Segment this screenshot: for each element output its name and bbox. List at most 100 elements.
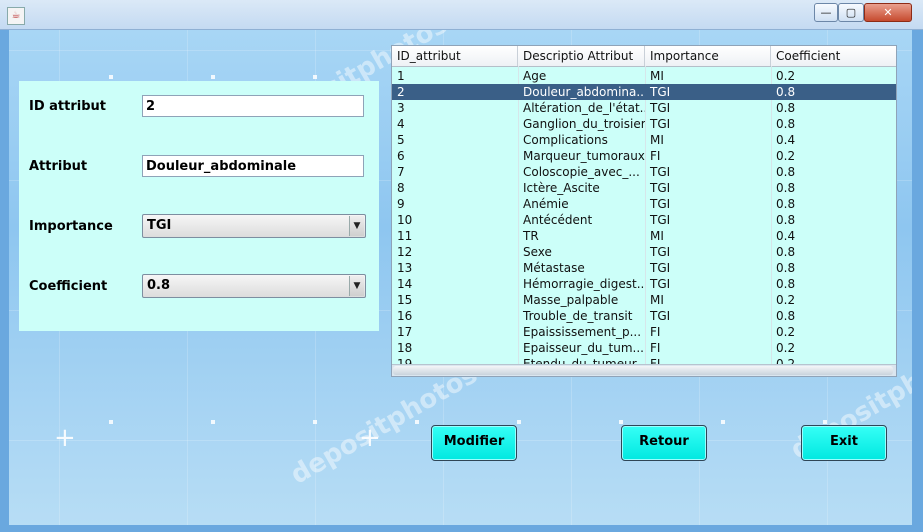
cell-coefficient: 0.8 (776, 277, 796, 291)
cell-description: Trouble_de_transit (523, 309, 633, 323)
table-row[interactable]: 16 Trouble_de_transit TGI 0.8 (392, 308, 896, 324)
cell-coefficient: 0.2 (776, 149, 796, 163)
cell-coefficient: 0.2 (776, 69, 796, 83)
cell-description: Antécédent (523, 213, 593, 227)
chevron-down-icon[interactable]: ▼ (349, 216, 364, 236)
cell-coefficient: 0.8 (776, 85, 796, 99)
grid-dot (313, 420, 317, 424)
cell-coefficient: 0.8 (776, 165, 796, 179)
cell-description: Anémie (523, 197, 569, 211)
cell-description: Altération_de_l'état... (523, 101, 645, 115)
importance-label: Importance (29, 219, 113, 234)
cell-description: Complications (523, 133, 608, 147)
table-row[interactable]: 5 Complications MI 0.4 (392, 132, 896, 148)
cell-id: 17 (397, 325, 413, 339)
cell-id: 8 (397, 181, 405, 195)
table-row[interactable]: 15 Masse_palpable MI 0.2 (392, 292, 896, 308)
close-button[interactable]: ✕ (864, 3, 912, 22)
table-row[interactable]: 14 Hémorragie_digest... TGI 0.8 (392, 276, 896, 292)
cell-importance: TGI (650, 85, 671, 99)
table-row[interactable]: 6 Marqueur_tumoraux FI 0.2 (392, 148, 896, 164)
grid-dot (109, 420, 113, 424)
cell-description: Age (523, 69, 547, 83)
table-row[interactable]: 11 TR MI 0.4 (392, 228, 896, 244)
coefficient-select[interactable]: 0.8 ▼ (142, 274, 366, 298)
column-header-coefficient[interactable]: Coefficient (771, 46, 896, 66)
grid-dot (211, 75, 215, 79)
column-header-id[interactable]: ID_attribut (392, 46, 518, 66)
cell-coefficient: 0.8 (776, 197, 796, 211)
table-row[interactable]: 12 Sexe TGI 0.8 (392, 244, 896, 260)
scrollbar-thumb[interactable] (393, 366, 893, 375)
table-row[interactable]: 9 Anémie TGI 0.8 (392, 196, 896, 212)
table-row[interactable]: 7 Coloscopie_avec_... TGI 0.8 (392, 164, 896, 180)
table-row[interactable]: 13 Métastase TGI 0.8 (392, 260, 896, 276)
retour-button[interactable]: Retour (621, 425, 707, 461)
cell-id: 13 (397, 261, 413, 275)
grid-dot (721, 420, 725, 424)
cell-id: 4 (397, 117, 405, 131)
cell-importance: TGI (650, 101, 671, 115)
cell-coefficient: 0.8 (776, 261, 796, 275)
cell-id: 16 (397, 309, 413, 323)
cell-id: 7 (397, 165, 405, 179)
cell-id: 11 (397, 229, 413, 243)
cell-id: 3 (397, 101, 405, 115)
table-row[interactable]: 18 Epaisseur_du_tum... FI 0.2 (392, 340, 896, 356)
table-row[interactable]: 2 Douleur_abdomina... TGI 0.8 (392, 84, 896, 100)
cell-importance: MI (650, 69, 664, 83)
cell-coefficient: 0.2 (776, 341, 796, 355)
chevron-down-icon[interactable]: ▼ (349, 276, 364, 296)
cell-id: 10 (397, 213, 413, 227)
plus-decoration: + (54, 423, 76, 453)
attribut-field[interactable] (142, 155, 364, 177)
cell-importance: TGI (650, 309, 671, 323)
cell-coefficient: 0.8 (776, 245, 796, 259)
maximize-button[interactable]: ▢ (838, 3, 864, 22)
java-icon[interactable]: ☕ (7, 7, 25, 25)
cell-importance: TGI (650, 117, 671, 131)
cell-coefficient: 0.8 (776, 117, 796, 131)
cell-importance: MI (650, 133, 664, 147)
cell-description: Ganglion_du_troisier (523, 117, 645, 131)
cell-coefficient: 0.2 (776, 325, 796, 339)
cell-description: Epaississement_p... (523, 325, 642, 339)
id-attribut-field[interactable] (142, 95, 364, 117)
column-header-description[interactable]: Descriptio Attribut (518, 46, 645, 66)
cell-description: Sexe (523, 245, 552, 259)
table-row[interactable]: 4 Ganglion_du_troisier TGI 0.8 (392, 116, 896, 132)
cell-id: 15 (397, 293, 413, 307)
cell-coefficient: 0.8 (776, 101, 796, 115)
table-row[interactable]: 10 Antécédent TGI 0.8 (392, 212, 896, 228)
cell-id: 14 (397, 277, 413, 291)
attributes-table[interactable]: ID_attribut Descriptio Attribut Importan… (391, 45, 897, 377)
coefficient-label: Coefficient (29, 279, 108, 294)
cell-coefficient: 0.4 (776, 133, 796, 147)
cell-importance: TGI (650, 261, 671, 275)
cell-description: Douleur_abdomina... (523, 85, 645, 99)
cell-coefficient: 0.4 (776, 229, 796, 243)
column-header-importance[interactable]: Importance (645, 46, 771, 66)
cell-importance: TGI (650, 213, 671, 227)
grid-dot (109, 75, 113, 79)
horizontal-scrollbar[interactable] (392, 364, 896, 376)
grid-dot (517, 420, 521, 424)
cell-id: 2 (397, 85, 405, 99)
cell-description: Coloscopie_avec_... (523, 165, 640, 179)
form-panel: ID attribut Attribut Importance TGI ▼ Co… (19, 81, 379, 331)
table-row[interactable]: 3 Altération_de_l'état... TGI 0.8 (392, 100, 896, 116)
importance-select[interactable]: TGI ▼ (142, 214, 366, 238)
cell-coefficient: 0.8 (776, 181, 796, 195)
modifier-button[interactable]: Modifier (431, 425, 517, 461)
table-row[interactable]: 1 Age MI 0.2 (392, 68, 896, 84)
cell-id: 9 (397, 197, 405, 211)
cell-importance: FI (650, 325, 661, 339)
minimize-button[interactable]: — (814, 3, 838, 22)
cell-id: 12 (397, 245, 413, 259)
table-row[interactable]: 17 Epaississement_p... FI 0.2 (392, 324, 896, 340)
table-row[interactable]: 8 Ictère_Ascite TGI 0.8 (392, 180, 896, 196)
cell-importance: TGI (650, 245, 671, 259)
cell-id: 1 (397, 69, 405, 83)
importance-value: TGI (147, 218, 172, 233)
exit-button[interactable]: Exit (801, 425, 887, 461)
